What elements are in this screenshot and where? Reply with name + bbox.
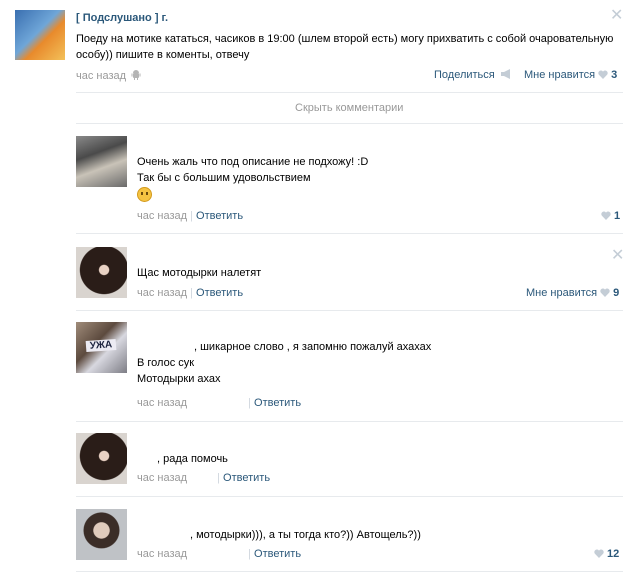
- comment-line: Мотодырки ахах: [137, 373, 221, 385]
- commenter-avatar[interactable]: [76, 136, 127, 187]
- post-like-button[interactable]: Мне нравится 3: [524, 69, 617, 81]
- delete-comment-icon[interactable]: ✕: [611, 248, 624, 264]
- separator: |: [190, 210, 193, 222]
- comment-like-count: 1: [614, 210, 621, 222]
- comment-like-count: 9: [613, 287, 620, 299]
- comment-like-button[interactable]: 12: [591, 548, 619, 560]
- reply-link[interactable]: Ответить: [196, 287, 243, 299]
- comment-text: Очень жаль что под описание не подхожу! …: [137, 154, 368, 203]
- share-label: Поделиться: [434, 69, 495, 81]
- share-button[interactable]: Поделиться: [434, 69, 512, 81]
- hide-comments-link[interactable]: Скрыть комментарии: [295, 102, 403, 114]
- comment-like-count: 12: [607, 548, 620, 560]
- divider: [76, 421, 623, 422]
- comment-text: , мотодырки))), а ты тогда кто?)) Автоще…: [137, 527, 421, 543]
- comment-text: , шикарное слово , я запомню пожалуй аха…: [137, 339, 431, 387]
- comment-like-button[interactable]: 1: [598, 210, 620, 222]
- comment-text: , рада помочь: [137, 451, 228, 467]
- divider: [76, 571, 623, 572]
- post-like-count: 3: [611, 69, 618, 81]
- post-time-label: час назад: [76, 70, 127, 82]
- comment-meta: час назад | Ответить: [137, 397, 301, 409]
- commenter-avatar[interactable]: УЖА: [76, 322, 127, 373]
- separator: |: [248, 548, 251, 560]
- comment-meta: час назад | Ответить: [137, 548, 301, 560]
- smiley-emoji-icon: [137, 187, 152, 202]
- comment-text: Щас мотодырки налетят: [137, 265, 261, 281]
- android-icon: [131, 70, 141, 80]
- reply-link[interactable]: Ответить: [196, 210, 243, 222]
- comment-time[interactable]: час назад: [137, 548, 187, 560]
- comment-line: , шикарное слово , я запомню пожалуй аха…: [194, 341, 432, 353]
- divider: [76, 233, 623, 234]
- divider: [76, 92, 623, 93]
- comment-time[interactable]: час назад: [137, 287, 187, 299]
- heart-icon: [594, 549, 604, 558]
- reply-link[interactable]: Ответить: [254, 548, 301, 560]
- divider: [76, 310, 623, 311]
- divider: [76, 123, 623, 124]
- comment-meta: час назад | Ответить: [137, 210, 243, 222]
- comment-line: , мотодырки))), а ты тогда кто?)) Автоще…: [190, 529, 421, 541]
- post-like-label: Мне нравится: [524, 69, 596, 81]
- heart-icon: [601, 211, 611, 220]
- post-time[interactable]: час назад: [76, 69, 141, 82]
- post-author-link[interactable]: [ Подслушано ] г.: [76, 12, 168, 24]
- comment-line: , рада помочь: [157, 453, 228, 465]
- separator: |: [248, 397, 251, 409]
- post-text: Поеду на мотике кататься, часиков в 19:0…: [76, 33, 614, 61]
- community-avatar[interactable]: [15, 10, 65, 60]
- avatar-sign-text: УЖА: [85, 338, 117, 353]
- comment-line: Так бы с большим удовольствием: [137, 172, 311, 184]
- comment-line: В голос сук: [137, 357, 195, 369]
- comment-line: Очень жаль что под описание не подхожу! …: [137, 156, 369, 168]
- heart-icon: [600, 288, 610, 297]
- divider: [76, 496, 623, 497]
- reply-link[interactable]: Ответить: [223, 472, 270, 484]
- comment-time[interactable]: час назад: [137, 397, 187, 409]
- commenter-avatar[interactable]: [76, 247, 127, 298]
- reply-link[interactable]: Ответить: [254, 397, 301, 409]
- separator: |: [190, 287, 193, 299]
- comment-like-button[interactable]: Мне нравится 9: [526, 287, 619, 299]
- comment-line: Щас мотодырки налетят: [137, 267, 262, 279]
- megaphone-icon: [500, 69, 510, 79]
- separator: |: [217, 472, 220, 484]
- comment-time[interactable]: час назад: [137, 472, 187, 484]
- comment-like-label: Мне нравится: [526, 287, 598, 299]
- close-icon[interactable]: ✕: [610, 8, 623, 24]
- heart-icon: [598, 70, 608, 79]
- comment-time[interactable]: час назад: [137, 210, 187, 222]
- comment-meta: час назад | Ответить: [137, 472, 270, 484]
- commenter-avatar[interactable]: [76, 433, 127, 484]
- commenter-avatar[interactable]: [76, 509, 127, 560]
- comment-meta: час назад | Ответить: [137, 287, 243, 299]
